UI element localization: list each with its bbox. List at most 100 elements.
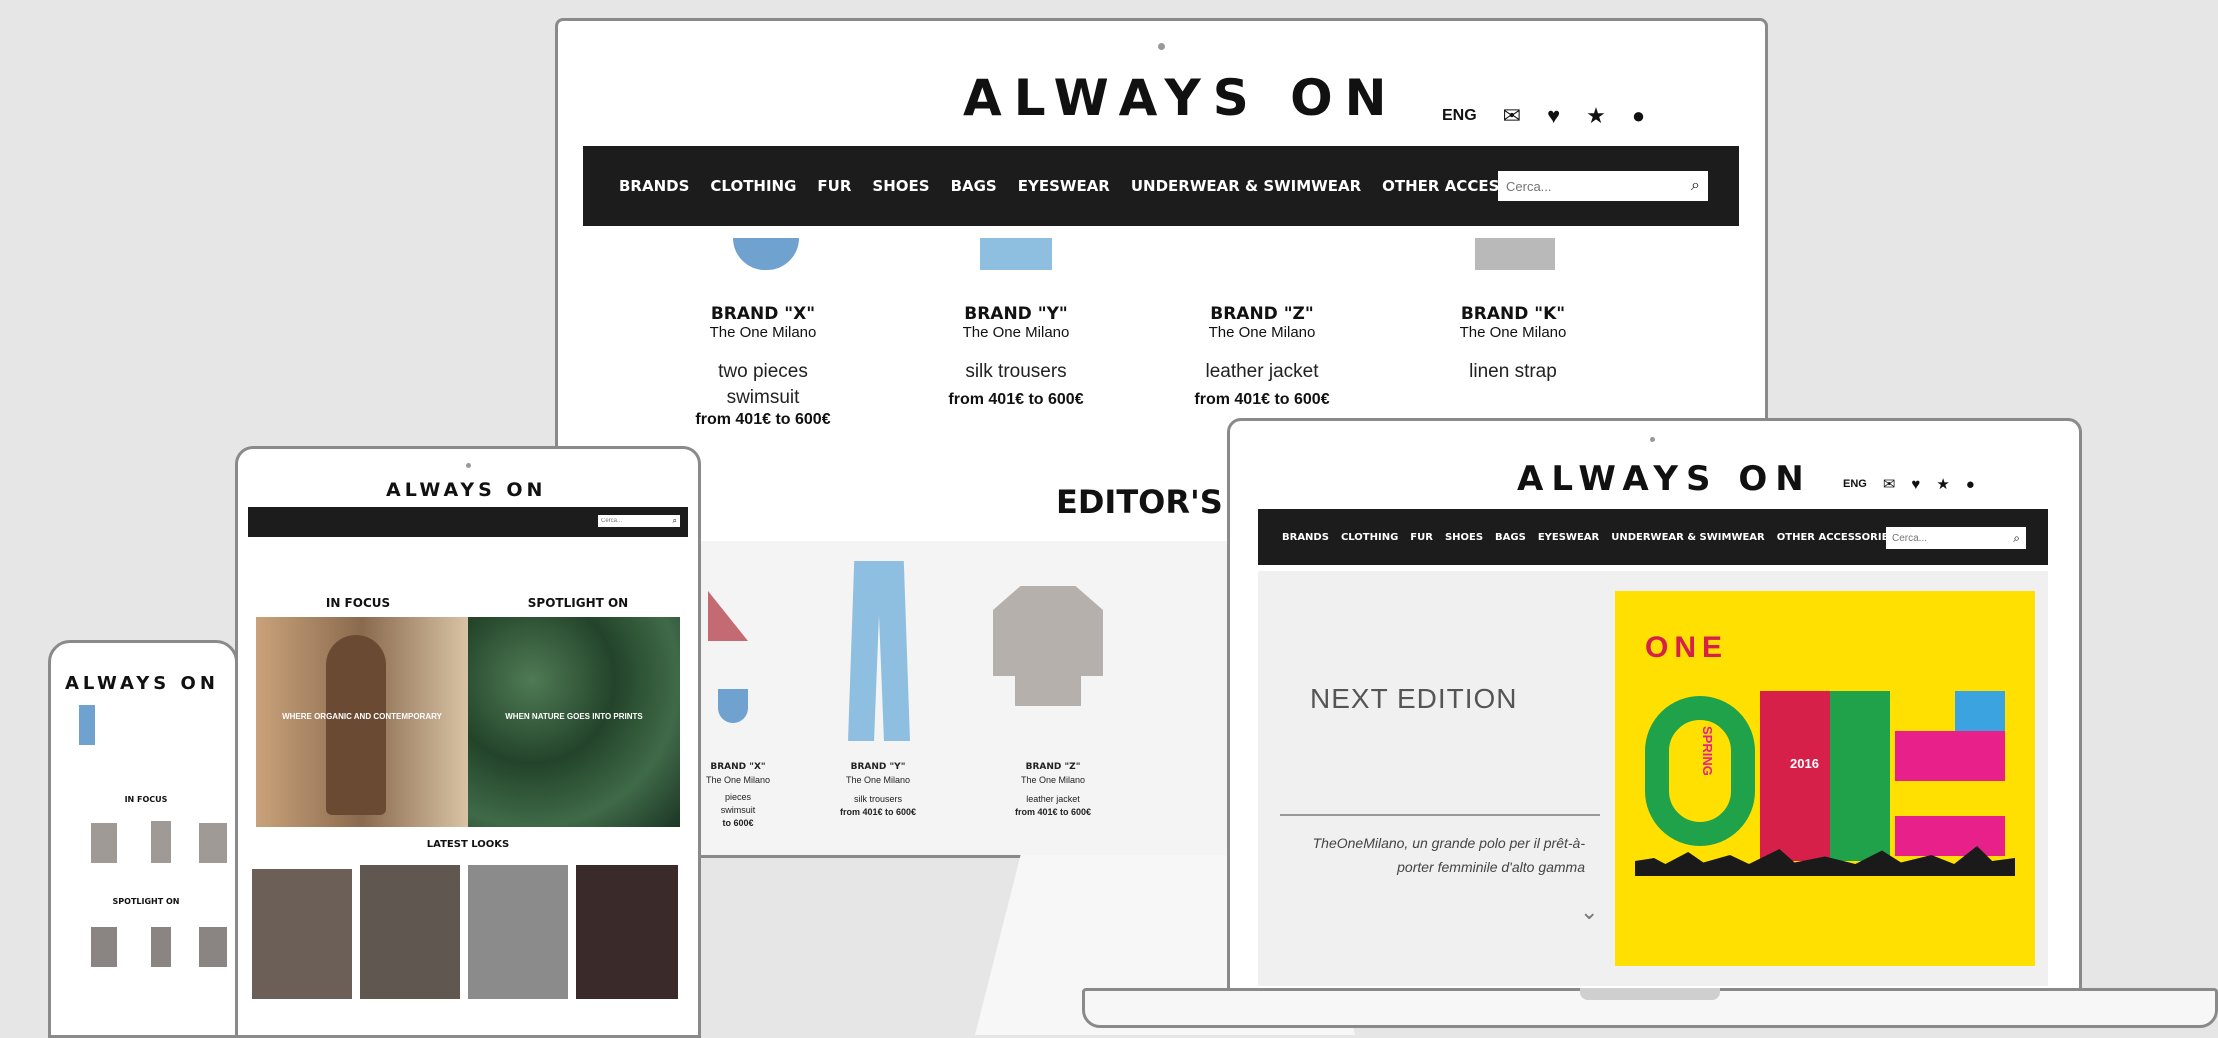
editor-image-swimsuit-bottom[interactable]	[718, 689, 748, 723]
product-card[interactable]: BRAND "K" The One Milano linen strap	[1413, 304, 1613, 383]
look-tile[interactable]	[576, 865, 678, 999]
search-box[interactable]: ⌕	[598, 515, 680, 527]
product-card[interactable]: BRAND "X" The One Milano two pieces swim…	[668, 304, 858, 429]
lang-en[interactable]: ENG	[1442, 107, 1477, 125]
user-icon[interactable]: ●	[1632, 103, 1645, 129]
nav-item-clothing[interactable]: CLOTHING	[710, 177, 796, 195]
header-icons: ENG ✉ ♥ ★ ●	[1843, 475, 1975, 494]
star-icon[interactable]: ★	[1586, 103, 1606, 129]
nav-item-shoes[interactable]: SHOES	[872, 177, 929, 195]
product-image-trousers[interactable]	[980, 238, 1052, 270]
in-focus-caption: WHERE ORGANIC AND CONTEMPORARY	[282, 712, 442, 721]
product-card[interactable]: BRAND "Z" The One Milano leather jacket …	[1162, 304, 1362, 409]
laptop-screen: ALWAYS ON ENG ✉ ♥ ★ ● BRANDS CLOTHING FU…	[1227, 418, 2082, 993]
poster-h-block	[1830, 691, 1890, 861]
search-icon[interactable]: ⌕	[2013, 531, 2020, 546]
nav-item-brands[interactable]: BRANDS	[619, 177, 689, 195]
mail-icon[interactable]: ✉	[1883, 475, 1896, 493]
poster-blue-square	[1955, 691, 2005, 731]
look-tile[interactable]	[468, 865, 568, 999]
phone-product[interactable]	[151, 927, 171, 967]
site-logo[interactable]: ALWAYS ON	[1517, 459, 1812, 499]
phone-product[interactable]	[199, 927, 227, 967]
phone-hero[interactable]	[79, 705, 95, 745]
editor-brand: BRAND "Y"	[850, 762, 906, 772]
nav-item-bags[interactable]: BAGS	[951, 177, 997, 195]
nav-item-fur[interactable]: FUR	[1410, 532, 1433, 543]
product-store: The One Milano	[962, 324, 1070, 341]
nav-item-fur[interactable]: FUR	[817, 177, 851, 195]
tablet-screen: ALWAYS ON ⌕ IN FOCUS SPOTLIGHT ON WHERE …	[235, 446, 701, 1038]
phone-screen: ALWAYS ON IN FOCUS SPOTLIGHT ON	[48, 640, 238, 1038]
editor-brand: BRAND "Z"	[1025, 762, 1081, 772]
spotlight-tile[interactable]: WHEN NATURE GOES INTO PRINTS	[468, 617, 680, 827]
editor-card[interactable]: BRAND "X" The One Milano pieces swimsuit…	[698, 761, 778, 830]
search-input[interactable]	[601, 518, 662, 524]
nav-item-accessories[interactable]: OTHER ACCESSORIES	[1777, 532, 1896, 543]
search-icon[interactable]: ⌕	[673, 516, 677, 526]
editor-store: The One Milano	[705, 775, 771, 785]
hero-divider	[1280, 814, 1600, 816]
product-image-swimsuit[interactable]	[733, 238, 799, 270]
site-logo[interactable]: ALWAYS ON	[65, 673, 219, 694]
product-desc: silk trousers	[965, 361, 1067, 382]
next-edition-poster[interactable]: ONE SPRING 2016	[1615, 591, 2035, 966]
look-tile[interactable]	[360, 865, 460, 999]
editors-title: EDITOR'S	[1056, 483, 1223, 521]
nav-item-underwear[interactable]: UNDERWEAR & SWIMWEAR	[1611, 532, 1765, 543]
search-input[interactable]	[1892, 532, 1995, 544]
header-icons: ENG ✉ ♥ ★ ●	[1442, 103, 1645, 129]
editor-price: to 600€	[722, 818, 754, 828]
lang-en[interactable]: ENG	[1843, 478, 1867, 490]
laptop-hinge	[1580, 988, 1720, 1000]
poster-word-year: 2016	[1790, 756, 1819, 771]
nav-item-eyeswear[interactable]: EYESWEAR	[1018, 177, 1110, 195]
product-desc: two pieces	[718, 361, 808, 382]
spotlight-caption: WHEN NATURE GOES INTO PRINTS	[505, 712, 643, 721]
nav-item-shoes[interactable]: SHOES	[1445, 532, 1483, 543]
phone-product[interactable]	[91, 927, 117, 967]
chevron-down-icon[interactable]: ⌄	[1580, 899, 1598, 925]
product-image-jacket[interactable]	[1475, 238, 1555, 270]
user-icon[interactable]: ●	[1966, 476, 1975, 493]
nav-item-brands[interactable]: BRANDS	[1282, 532, 1329, 543]
nav-item-clothing[interactable]: CLOTHING	[1341, 532, 1398, 543]
product-price: from 401€ to 600€	[1194, 391, 1330, 408]
search-box[interactable]: ⌕	[1498, 171, 1708, 201]
nav-item-eyeswear[interactable]: EYESWEAR	[1538, 532, 1599, 543]
editor-card[interactable]: BRAND "Z" The One Milano leather jacket …	[988, 761, 1118, 819]
product-price: from 401€ to 600€	[695, 411, 831, 428]
site-logo[interactable]: ALWAYS ON	[963, 69, 1398, 127]
product-store: The One Milano	[1208, 324, 1316, 341]
in-focus-title: IN FOCUS	[325, 596, 391, 610]
heart-icon[interactable]: ♥	[1911, 476, 1920, 493]
poster-n-block	[1760, 691, 1830, 861]
phone-product[interactable]	[151, 821, 171, 863]
editor-store: The One Milano	[845, 775, 911, 785]
star-icon[interactable]: ★	[1936, 475, 1949, 493]
editor-desc: pieces	[724, 792, 751, 802]
search-icon[interactable]: ⌕	[1691, 177, 1700, 195]
in-focus-tile[interactable]: WHERE ORGANIC AND CONTEMPORARY	[256, 617, 468, 827]
phone-product[interactable]	[91, 823, 117, 863]
latest-looks-title: LATEST LOOKS	[426, 839, 510, 850]
phone-product[interactable]	[199, 823, 227, 863]
search-input[interactable]	[1506, 178, 1662, 194]
spotlight-title: SPOTLIGHT ON	[112, 897, 180, 906]
editor-brand: BRAND "X"	[710, 762, 766, 772]
product-card[interactable]: BRAND "Y" The One Milano silk trousers f…	[916, 304, 1116, 409]
hero-tagline: TheOneMilano, un grande polo per il prêt…	[1312, 835, 1585, 875]
look-tile[interactable]	[252, 869, 352, 999]
search-box[interactable]: ⌕	[1886, 527, 2026, 549]
heart-icon[interactable]: ♥	[1547, 103, 1560, 129]
nav-item-bags[interactable]: BAGS	[1495, 532, 1526, 543]
mail-icon[interactable]: ✉	[1503, 103, 1521, 129]
editor-desc: leather jacket	[1026, 794, 1080, 804]
nav-item-underwear[interactable]: UNDERWEAR & SWIMWEAR	[1131, 177, 1361, 195]
poster-e-block	[1895, 731, 2005, 781]
site-logo[interactable]: ALWAYS ON	[386, 479, 546, 501]
editor-card[interactable]: BRAND "Y" The One Milano silk trousers f…	[813, 761, 943, 819]
product-brand: BRAND "K"	[1460, 304, 1566, 324]
poster-pink-block	[1895, 816, 2005, 856]
product-brand: BRAND "Y"	[964, 304, 1068, 324]
